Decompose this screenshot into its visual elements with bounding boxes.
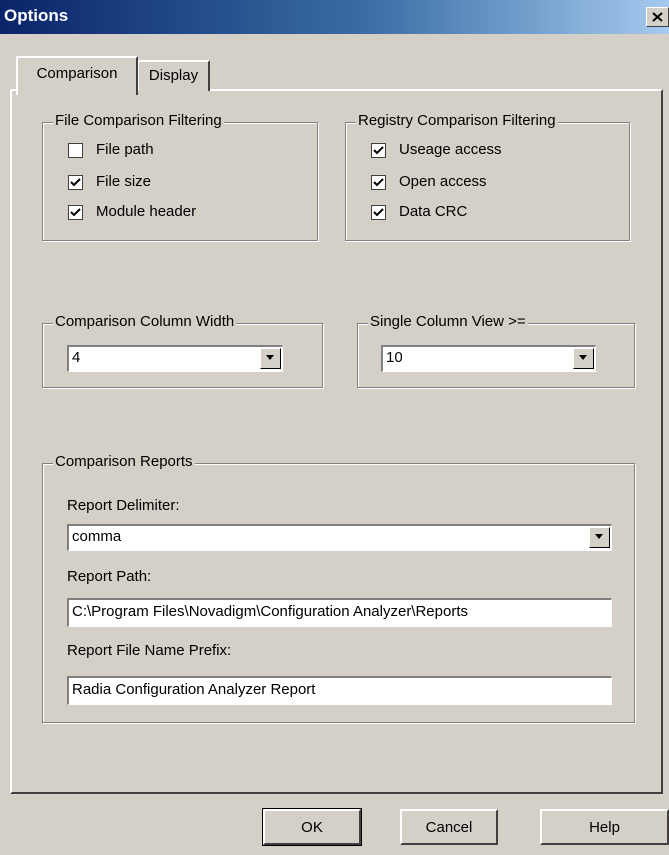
file-size-label: File size <box>96 173 152 190</box>
chevron-down-icon <box>266 355 274 360</box>
ok-button[interactable]: OK <box>262 808 362 846</box>
module-header-checkbox[interactable] <box>68 205 83 220</box>
data-crc-label: Data CRC <box>399 203 468 220</box>
check-icon <box>70 178 81 187</box>
window-title: Options <box>4 6 69 25</box>
open-access-checkbox[interactable] <box>371 175 386 190</box>
reports-group: Comparison Reports Report Delimiter: com… <box>42 453 635 723</box>
single-column-legend: Single Column View >= <box>368 313 528 330</box>
file-path-checkbox[interactable] <box>68 143 83 158</box>
single-column-dropdown-button[interactable] <box>573 348 594 369</box>
report-delimiter-select[interactable]: comma <box>67 524 612 551</box>
report-path-input[interactable]: C:\Program Files\Novadigm\Configuration … <box>67 598 612 627</box>
data-crc-checkbox[interactable] <box>371 205 386 220</box>
tab-comparison[interactable]: Comparison <box>16 56 138 95</box>
chevron-down-icon <box>595 534 603 539</box>
report-delimiter-value: comma <box>72 528 122 545</box>
tab-display-label: Display <box>148 67 199 84</box>
useage-access-label: Useage access <box>399 141 502 158</box>
column-width-group: Comparison Column Width 4 <box>42 313 323 388</box>
help-button[interactable]: Help <box>540 809 669 845</box>
column-width-value: 4 <box>72 349 81 366</box>
check-icon <box>70 208 81 217</box>
report-prefix-label: Report File Name Prefix: <box>67 642 232 659</box>
close-button[interactable] <box>646 7 669 27</box>
check-icon <box>373 178 384 187</box>
reports-legend: Comparison Reports <box>53 453 195 470</box>
chevron-down-icon <box>579 355 587 360</box>
report-path-label: Report Path: <box>67 568 152 585</box>
column-width-dropdown-button[interactable] <box>260 348 281 369</box>
report-delimiter-label: Report Delimiter: <box>67 497 180 514</box>
file-path-label: File path <box>96 141 154 158</box>
registry-filter-legend: Registry Comparison Filtering <box>356 112 558 129</box>
tab-display[interactable]: Display <box>137 60 210 91</box>
file-filter-group: File Comparison Filtering File path File… <box>42 112 318 241</box>
column-width-legend: Comparison Column Width <box>53 313 237 330</box>
single-column-group: Single Column View >= 10 <box>357 313 635 388</box>
tab-comparison-label: Comparison <box>36 65 118 82</box>
open-access-label: Open access <box>399 173 487 190</box>
close-icon <box>652 12 663 22</box>
module-header-label: Module header <box>96 203 197 220</box>
single-column-value: 10 <box>386 349 403 366</box>
column-width-select[interactable]: 4 <box>67 345 283 372</box>
title-bar[interactable]: Options <box>0 0 669 34</box>
file-size-checkbox[interactable] <box>68 175 83 190</box>
registry-filter-group: Registry Comparison Filtering Useage acc… <box>345 112 630 241</box>
single-column-select[interactable]: 10 <box>381 345 596 372</box>
file-filter-legend: File Comparison Filtering <box>53 112 224 129</box>
cancel-button[interactable]: Cancel <box>400 809 498 845</box>
check-icon <box>373 208 384 217</box>
check-icon <box>373 146 384 155</box>
report-delimiter-dropdown-button[interactable] <box>589 527 610 548</box>
useage-access-checkbox[interactable] <box>371 143 386 158</box>
report-prefix-input[interactable]: Radia Configuration Analyzer Report <box>67 676 612 705</box>
